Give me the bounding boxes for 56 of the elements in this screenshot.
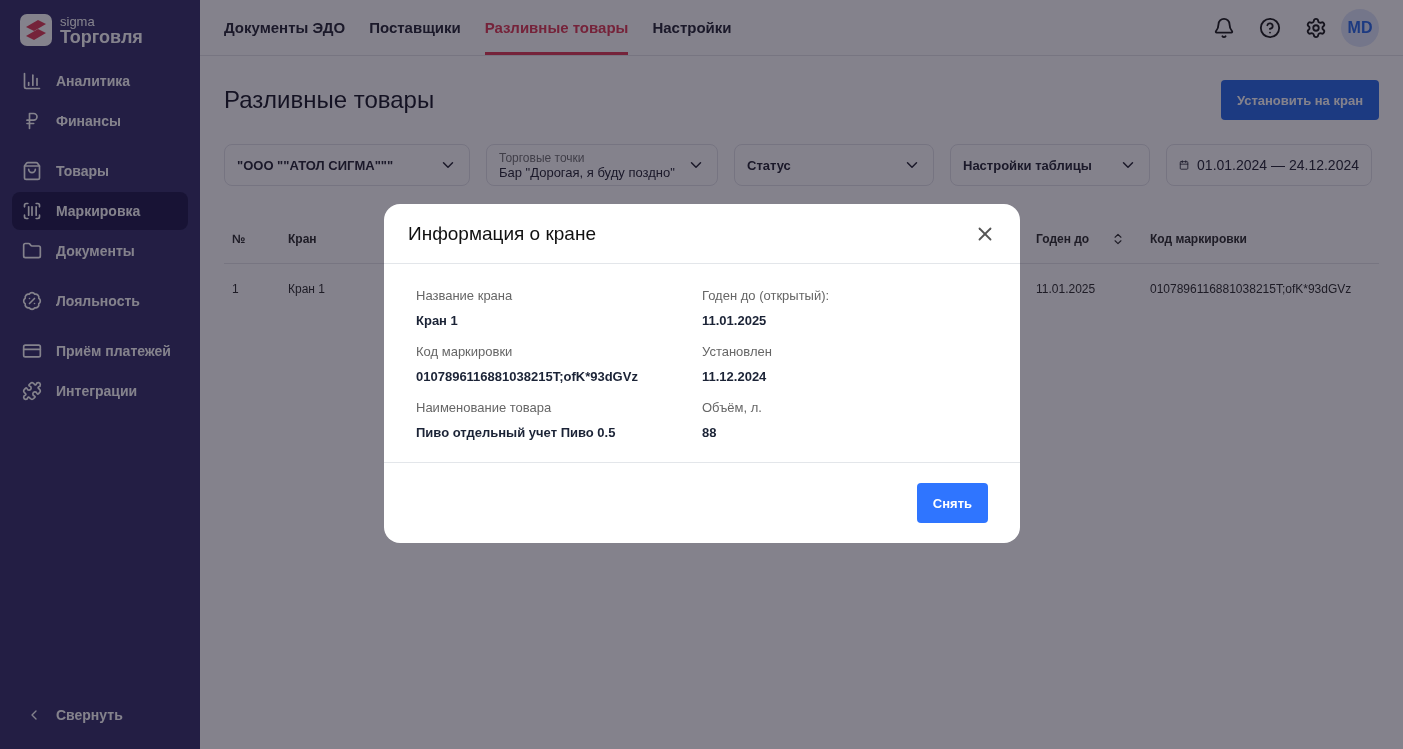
logo-icon: [20, 14, 52, 46]
help-icon[interactable]: [1259, 16, 1281, 39]
settings-icon[interactable]: [1305, 16, 1327, 39]
sidebar-item[interactable]: Маркировка: [12, 192, 188, 230]
field-value: Пиво отдельный учет Пиво 0.5: [416, 425, 617, 440]
collapse-button[interactable]: Свернуть: [12, 695, 188, 735]
percent-badge-icon: [22, 291, 42, 311]
remove-button[interactable]: Снять: [916, 483, 988, 523]
field-label: Годен до (открытый):: [702, 288, 831, 303]
table-cell: 11.01.2025: [1036, 282, 1096, 296]
field-value: 11.12.2024: [702, 369, 768, 384]
barcode-icon: [22, 201, 42, 221]
field-label: Установлен: [702, 344, 773, 359]
calendar-icon: [1179, 157, 1190, 173]
sidebar-item[interactable]: Товары: [12, 152, 188, 190]
filter-dropdown[interactable]: Торговые точки Бар "Дорогая, я буду поздно": [486, 144, 718, 186]
user-avatar[interactable]: MD: [1341, 8, 1379, 47]
table-cell: 1: [232, 282, 239, 296]
sidebar-item[interactable]: Приём платежей: [12, 332, 188, 370]
field-label: Название крана: [416, 288, 514, 303]
column-header[interactable]: Код маркировки: [1142, 214, 1379, 264]
column-header[interactable]: Годен до: [1028, 214, 1142, 264]
dialog-title: Информация о кране: [408, 222, 596, 245]
field-value: 88: [702, 425, 718, 440]
field-label: Наименование товара: [416, 400, 553, 415]
field-label: Объём, л.: [702, 400, 763, 415]
folder-icon: [22, 241, 42, 261]
nav-tab[interactable]: Настройки: [652, 0, 732, 55]
sidebar-item[interactable]: Документы: [12, 232, 188, 270]
sidebar-item[interactable]: Интеграции: [12, 372, 188, 410]
page-title: Разливные товары: [224, 86, 435, 114]
bag-icon: [22, 161, 42, 181]
card-icon: [22, 341, 42, 361]
nav-tab[interactable]: Документы ЭДО: [224, 0, 346, 55]
table-cell: Кран 1: [288, 282, 325, 296]
field-label: Код маркировки: [416, 344, 514, 359]
nav-tab[interactable]: Разливные товары: [484, 0, 629, 55]
filter-dropdown[interactable]: Статус: [734, 144, 934, 186]
date-range-field[interactable]: 01.01.2024 — 24.12.2024: [1166, 144, 1372, 186]
field-value: 11.01.2025: [702, 313, 768, 328]
field-value: 0107896116881038215T;ofK*93dGVz: [416, 369, 639, 384]
field-value: Кран 1: [416, 313, 459, 328]
install-button[interactable]: Установить на кран: [1220, 80, 1379, 120]
table-cell: 0107896116881038215T;ofK*93dGVz: [1150, 282, 1352, 296]
filter-dropdown[interactable]: "ООО ""АТОЛ СИГМА""": [224, 144, 470, 186]
puzzle-icon: [22, 381, 42, 401]
sidebar-item[interactable]: Аналитика: [12, 62, 188, 100]
bell-icon[interactable]: [1213, 16, 1235, 39]
sidebar-item[interactable]: Финансы: [12, 102, 188, 140]
filter-dropdown[interactable]: Настройки таблицы: [950, 144, 1150, 186]
bar-chart-icon: [22, 71, 42, 91]
brand-name: Торговля: [60, 27, 143, 46]
brand-subtitle: sigma: [60, 14, 95, 28]
column-header[interactable]: №: [224, 214, 280, 264]
nav-tab[interactable]: Поставщики: [369, 0, 461, 55]
sidebar-item[interactable]: Лояльность: [12, 282, 188, 320]
